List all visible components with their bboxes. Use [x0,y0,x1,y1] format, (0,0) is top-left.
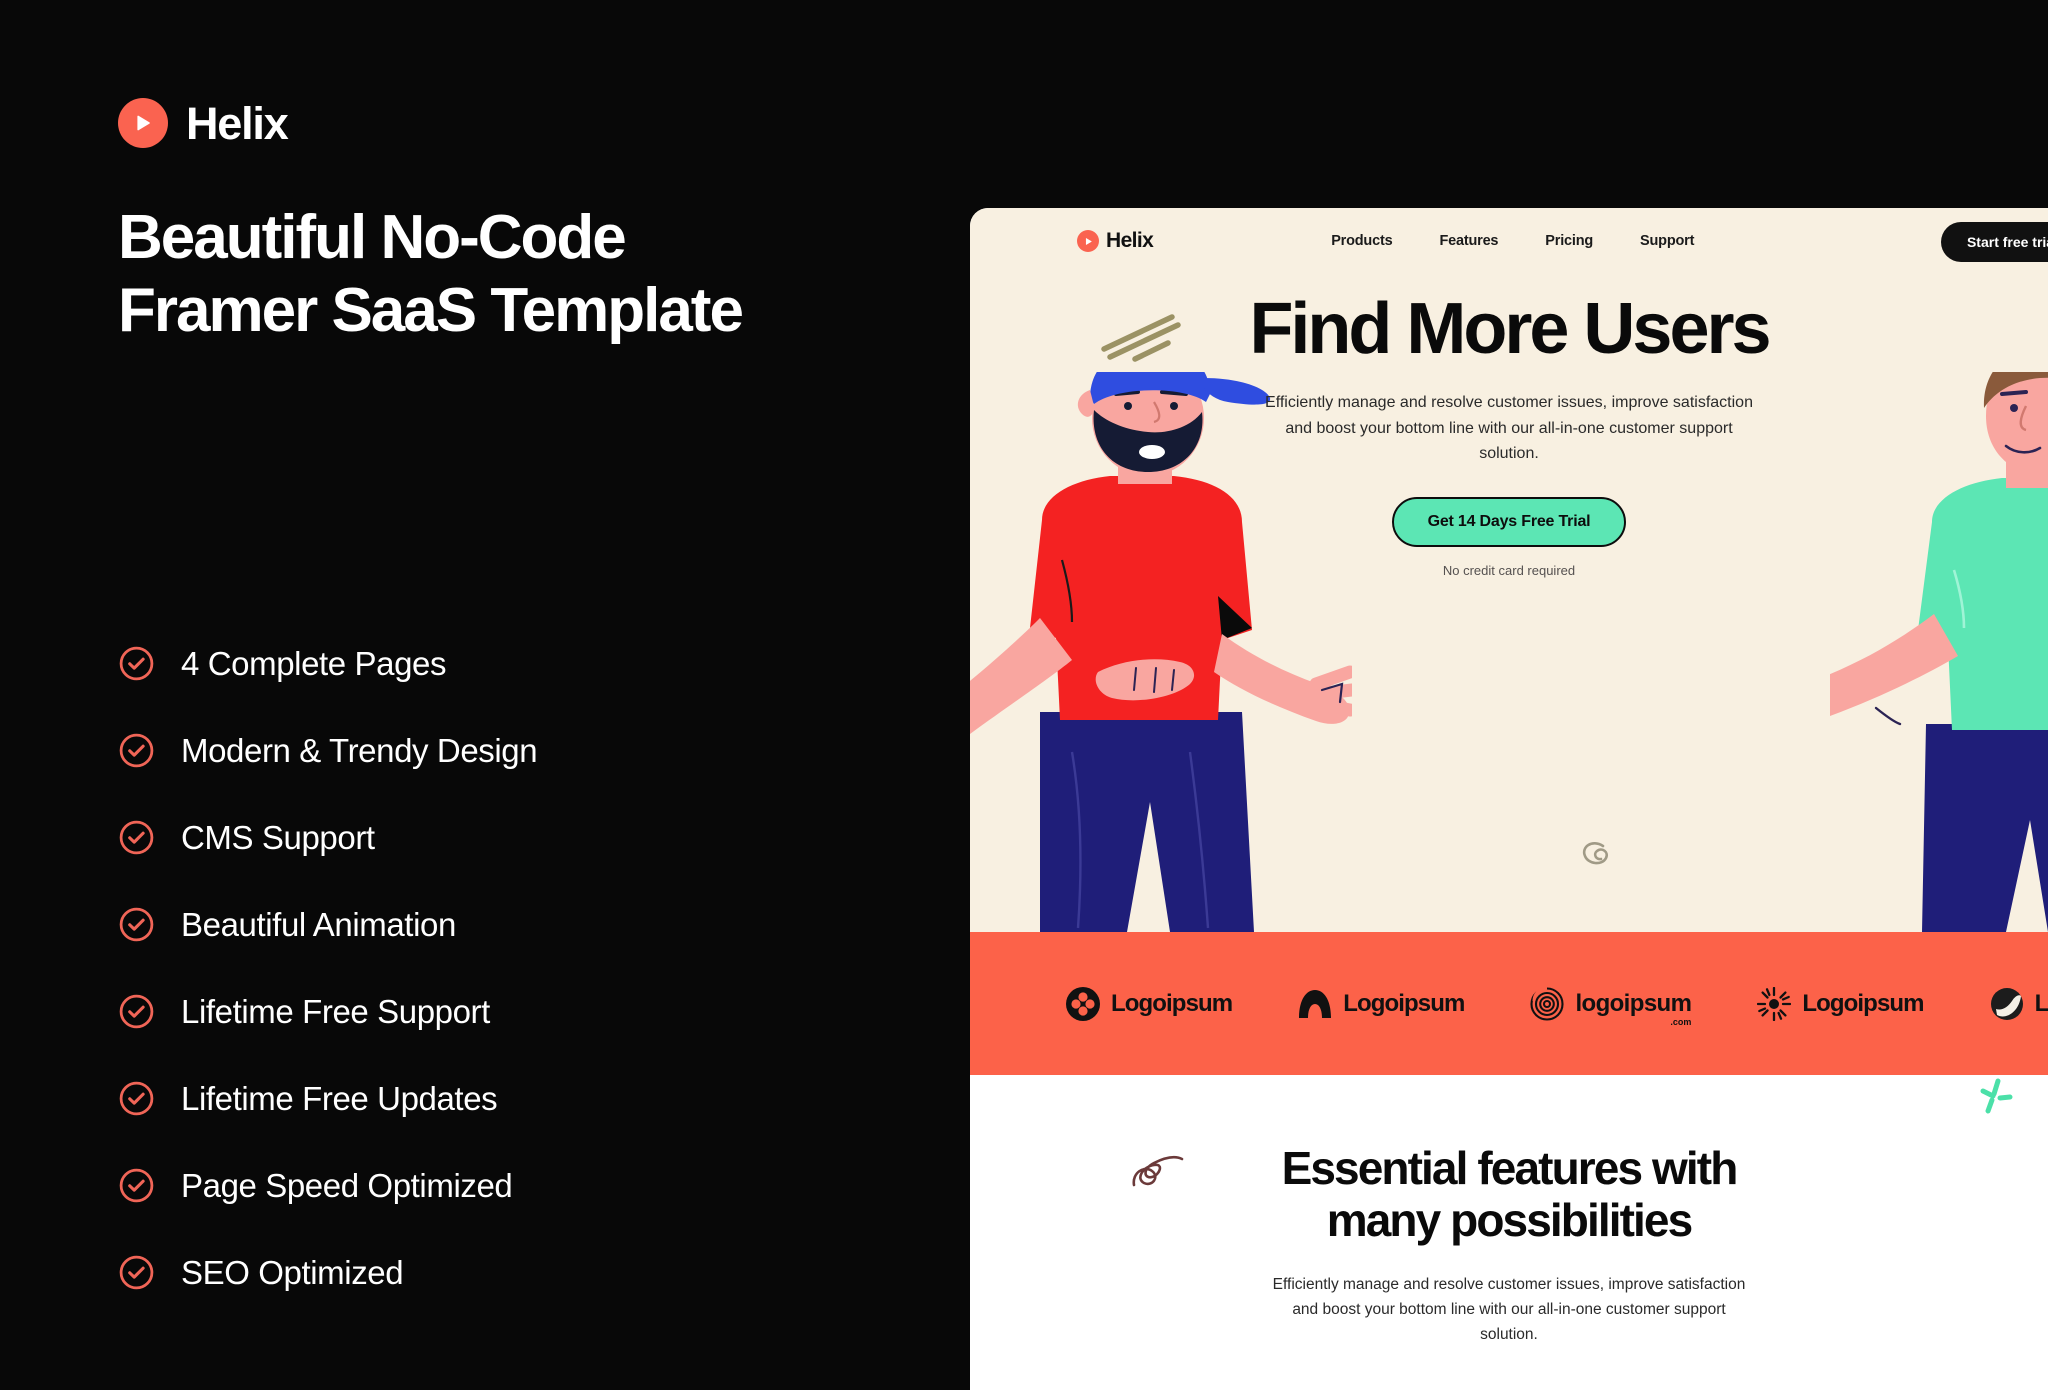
nav-link-products[interactable]: Products [1331,233,1392,249]
features-subtitle: Efficiently manage and resolve customer … [1272,1276,1746,1344]
sunburst-icon [1757,986,1792,1021]
check-circle-icon [119,1168,154,1203]
nav-link-support[interactable]: Support [1640,233,1694,249]
list-item: SEO Optimized [118,1229,878,1316]
site-brand[interactable]: Helix [1077,229,1154,253]
promo-panel: Helix Beautiful No-Code Framer SaaS Temp… [0,0,970,1390]
loops-doodle [1132,1155,1184,1187]
logo-label-text: logoipsum [1575,989,1692,1017]
hero-section: Helix Products Features Pricing Support … [970,208,2048,932]
logo-label: Logoipsum [1111,989,1233,1017]
logo-label: Logoipsum [1802,989,1924,1017]
list-item-label: SEO Optimized [181,1253,404,1291]
features-section: Essential features with many possibiliti… [970,1075,2048,1390]
nav-links: Products Features Pricing Support [1331,233,1694,249]
list-item: 4 Complete Pages [118,620,878,707]
list-item-label: 4 Complete Pages [181,644,447,682]
promo-brand: Helix [118,96,970,150]
feature-list: 4 Complete Pages Modern & Trendy Design … [118,620,878,1316]
arch-dome-icon [1299,989,1332,1018]
logo-item: logoipsum .com [1530,986,1692,1027]
check-circle-icon [119,646,154,681]
site-brand-name: Helix [1106,229,1154,252]
logo-item: Logoipsum [1066,986,1233,1021]
list-item: CMS Support [118,794,878,881]
list-item-label: Page Speed Optimized [181,1166,513,1204]
play-circle-icon [118,98,168,148]
hero-subtitle: Efficiently manage and resolve customer … [1265,393,1753,463]
list-item: Modern & Trendy Design [118,707,878,794]
play-circle-icon [1077,230,1099,252]
logo-item: Logoipsum [1990,987,2048,1021]
promo-title-line-2: Framer SaaS Template [118,275,744,345]
get-free-trial-button[interactable]: Get 14 Days Free Trial [1391,497,1627,548]
list-item: Beautiful Animation [118,881,878,968]
spiral-circle-icon [1530,986,1564,1021]
list-item-label: Lifetime Free Updates [181,1079,498,1117]
check-circle-icon [119,820,154,855]
clover-circle-icon [1066,986,1100,1021]
promo-title-line-1: Beautiful No-Code [118,203,627,272]
list-item: Lifetime Free Support [118,968,878,1055]
hero-note: No credit card required [1442,563,1576,579]
nav-link-pricing[interactable]: Pricing [1545,233,1593,249]
list-item-label: CMS Support [181,818,375,856]
check-circle-icon [119,733,154,768]
hero-title: Find More Users [1249,289,1771,369]
list-item: Page Speed Optimized [118,1142,878,1229]
start-free-trial-button[interactable]: Start free trial [1940,222,2048,262]
check-circle-icon [119,1255,154,1290]
sparkle-icon [1980,1078,2013,1114]
logo-label: Logoipsum [2034,989,2048,1017]
logo-item: Logoipsum [1298,987,1465,1021]
logo-label-suffix: .com [1670,1016,1692,1027]
logo-label: logoipsum .com [1575,989,1692,1027]
page-title: Beautiful No-Code Framer SaaS Template [118,202,938,347]
yin-yang-circle-icon [1990,987,2023,1020]
features-title-line-1: Essential features with [1281,1142,1739,1194]
features-title-line-2: many possibilities [1326,1193,1694,1246]
nav-link-features[interactable]: Features [1439,233,1498,249]
check-circle-icon [119,907,154,942]
logo-strip: Logoipsum Logoipsum logoipsum .com Logoi… [970,932,2048,1075]
promo-brand-name: Helix [186,97,289,149]
hero-copy: Find More Users Efficiently manage and r… [970,289,2048,579]
check-circle-icon [119,1081,154,1116]
list-item-label: Modern & Trendy Design [181,731,538,769]
list-item-label: Lifetime Free Support [181,992,490,1030]
site-navbar: Helix Products Features Pricing Support … [970,208,2048,274]
check-circle-icon [119,994,154,1029]
spiral-doodle [1582,842,1608,865]
logo-label: Logoipsum [1343,989,1465,1017]
logo-item: Logoipsum [1757,986,1924,1021]
list-item-label: Beautiful Animation [181,905,456,943]
website-preview: Helix Products Features Pricing Support … [970,208,2048,1390]
list-item: Lifetime Free Updates [118,1055,878,1142]
